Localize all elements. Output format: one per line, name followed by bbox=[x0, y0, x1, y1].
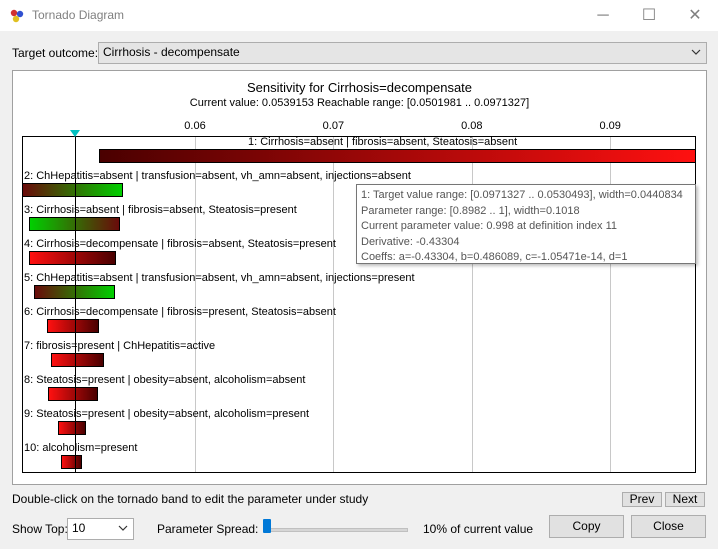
parameter-label: 4: Cirrhosis=decompensate | fibrosis=abs… bbox=[24, 238, 336, 250]
parameter-label: 10: alcoholism=present bbox=[24, 442, 138, 454]
tooltip: 1: Target value range: [0.0971327 .. 0.0… bbox=[356, 184, 696, 264]
prev-button[interactable]: Prev bbox=[622, 492, 662, 507]
copy-button[interactable]: Copy bbox=[549, 515, 624, 538]
current-value-marker-icon bbox=[70, 130, 80, 137]
tornado-bar[interactable] bbox=[60, 455, 82, 469]
next-button[interactable]: Next bbox=[665, 492, 705, 507]
current-value-line bbox=[75, 136, 76, 473]
tornado-bar[interactable] bbox=[57, 421, 86, 435]
hint-text: Double-click on the tornado band to edit… bbox=[12, 492, 369, 506]
parameter-spread-label: Parameter Spread: bbox=[157, 522, 259, 536]
parameter-label: 5: ChHepatitis=absent | transfusion=abse… bbox=[24, 272, 415, 284]
parameter-spread-slider-thumb[interactable] bbox=[263, 519, 271, 533]
show-top-label: Show Top: bbox=[12, 522, 68, 536]
show-top-value: 10 bbox=[72, 521, 86, 535]
minimize-button[interactable]: ─ bbox=[580, 0, 626, 31]
x-tick-label: 0.06 bbox=[184, 120, 206, 132]
parameter-spread-slider[interactable] bbox=[266, 528, 408, 532]
app-icon bbox=[10, 9, 24, 23]
tooltip-line-1: 1: Target value range: [0.0971327 .. 0.0… bbox=[361, 189, 683, 201]
parameter-label: 7: fibrosis=present | ChHepatitis=active bbox=[24, 340, 216, 352]
tooltip-line-3: Current parameter value: 0.998 at defini… bbox=[361, 220, 618, 232]
x-tick-label: 0.08 bbox=[461, 120, 483, 132]
parameter-label: 8: Steatosis=present | obesity=absent, a… bbox=[24, 374, 306, 386]
chart-title: Sensitivity for Cirrhosis=decompensate bbox=[246, 80, 473, 95]
tornado-bar[interactable] bbox=[46, 319, 100, 333]
title-bar: Tornado Diagram ─ ☐ ✕ bbox=[0, 0, 718, 31]
x-tick-label: 0.07 bbox=[322, 120, 345, 132]
parameter-label: 9: Steatosis=present | obesity=absent, a… bbox=[24, 408, 310, 420]
x-tick-label: 0.09 bbox=[599, 120, 621, 132]
window-title: Tornado Diagram bbox=[32, 8, 125, 22]
target-outcome-value: Cirrhosis - decompensate bbox=[103, 45, 240, 59]
maximize-button[interactable]: ☐ bbox=[626, 0, 672, 31]
tornado-bar[interactable] bbox=[48, 387, 99, 401]
target-outcome-label: Target outcome: bbox=[12, 46, 99, 60]
tornado-bar[interactable] bbox=[22, 183, 124, 197]
parameter-label: 6: Cirrhosis=decompensate | fibrosis=pre… bbox=[24, 306, 336, 318]
tornado-bar[interactable] bbox=[51, 353, 104, 367]
parameter-spread-value: 10% of current value bbox=[423, 522, 534, 536]
tornado-bar[interactable] bbox=[98, 149, 696, 163]
show-top-select[interactable]: 10 bbox=[67, 518, 134, 540]
tooltip-line-5: Coeffs: a=-0.43304, b=0.486089, c=-1.054… bbox=[361, 251, 628, 263]
close-window-button[interactable]: ✕ bbox=[672, 0, 718, 31]
chevron-down-icon bbox=[118, 525, 128, 531]
tornado-bar[interactable] bbox=[28, 251, 117, 265]
chart-subtitle: Current value: 0.0539153 Reachable range… bbox=[189, 97, 530, 109]
tooltip-line-4: Derivative: -0.43304 bbox=[361, 235, 460, 248]
tooltip-line-2: Parameter range: [0.8982 .. 1], width=0.… bbox=[361, 204, 580, 217]
close-button[interactable]: Close bbox=[631, 515, 706, 538]
parameter-label: 1: Cirrhosis=absent | fibrosis=absent, S… bbox=[248, 136, 518, 148]
parameter-label: 3: Cirrhosis=absent | fibrosis=absent, S… bbox=[24, 204, 297, 216]
parameter-label: 2: ChHepatitis=absent | transfusion=abse… bbox=[24, 170, 411, 182]
chevron-down-icon bbox=[691, 49, 701, 55]
target-outcome-select[interactable]: Cirrhosis - decompensate bbox=[98, 42, 707, 64]
